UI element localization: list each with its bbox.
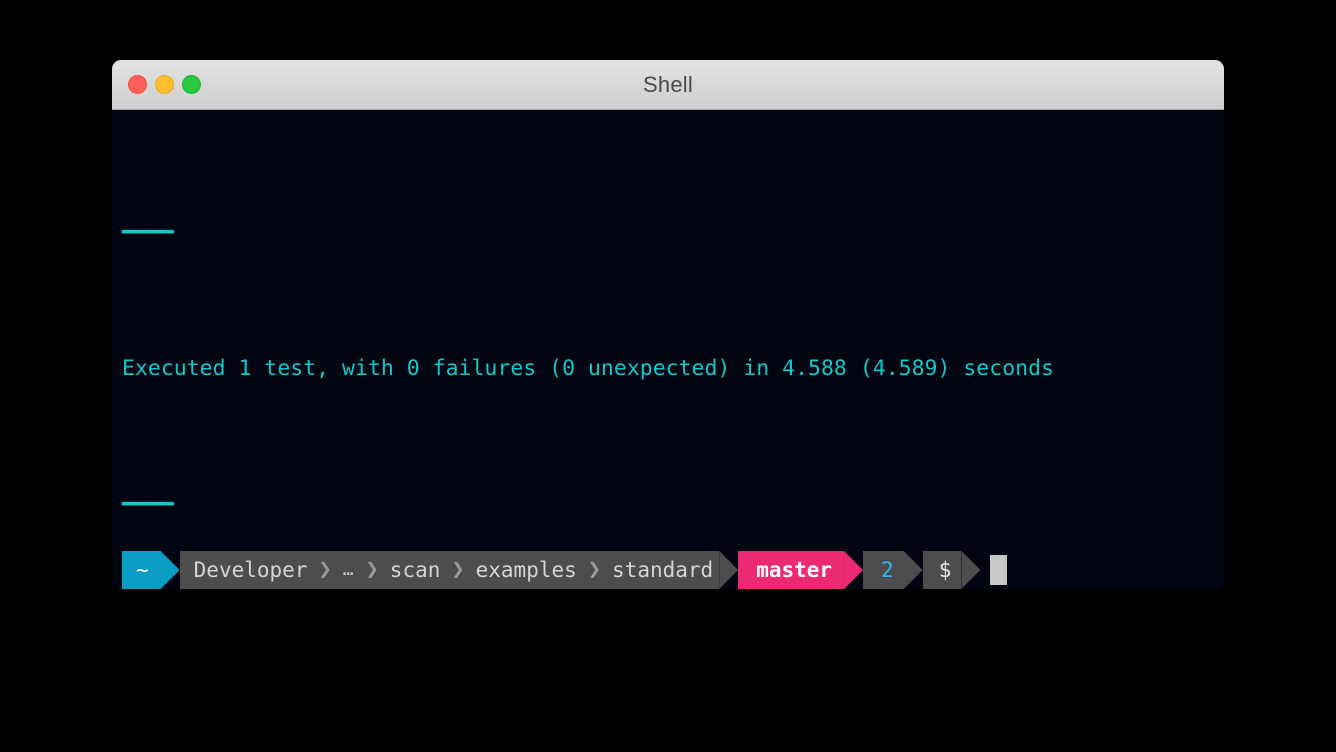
breadcrumb-scan: scan: [389, 558, 441, 582]
job-count-label: 2: [881, 558, 894, 582]
text-cursor[interactable]: [990, 555, 1008, 585]
breadcrumb-examples: examples: [475, 558, 577, 582]
window-titlebar[interactable]: Shell: [112, 60, 1224, 110]
prompt-arrow-git: [844, 551, 864, 589]
separator-line-top: ━━━━: [122, 220, 174, 245]
git-branch-segment: master: [738, 551, 845, 589]
terminal-lines: ━━━━ Executed 1 test, with 0 failures (0…: [122, 114, 1224, 589]
prompt-home-segment: ~: [122, 551, 161, 589]
screen: Shell ━━━━ Executed 1 test, with 0 failu…: [0, 0, 1336, 752]
prompt-path-segment: Developer ❯ … ❯ scan ❯ examples ❯ standa…: [179, 551, 720, 589]
chevron-right-icon: ❯: [451, 557, 465, 582]
chevron-right-icon: ❯: [318, 557, 332, 582]
prompt-sigil-segment: $: [922, 551, 962, 589]
prompt-sigil: $: [938, 558, 952, 582]
breadcrumb-standard: standard: [612, 558, 714, 582]
job-count-segment: 2: [863, 551, 904, 589]
prompt-arrow-end: [961, 551, 981, 589]
home-icon: ~: [136, 558, 149, 582]
prompt-arrow-count: [903, 551, 923, 589]
shell-prompt[interactable]: ~ Developer ❯ … ❯ scan ❯ examples ❯ stan…: [122, 551, 1008, 589]
terminal-output[interactable]: ━━━━ Executed 1 test, with 0 failures (0…: [112, 110, 1224, 589]
prompt-arrow-path: [719, 551, 739, 589]
terminal-window: Shell ━━━━ Executed 1 test, with 0 failu…: [112, 60, 1224, 589]
git-branch-label: master: [756, 558, 833, 582]
breadcrumb-ellipsis: …: [342, 559, 355, 580]
breadcrumb-developer: Developer: [193, 558, 308, 582]
chevron-right-icon: ❯: [365, 557, 379, 582]
window-title: Shell: [643, 72, 693, 97]
test-summary-line: Executed 1 test, with 0 failures (0 unex…: [122, 356, 1054, 381]
prompt-arrow-home: [160, 551, 180, 589]
separator-line-bottom: ━━━━: [122, 492, 174, 517]
chevron-right-icon: ❯: [587, 557, 602, 582]
